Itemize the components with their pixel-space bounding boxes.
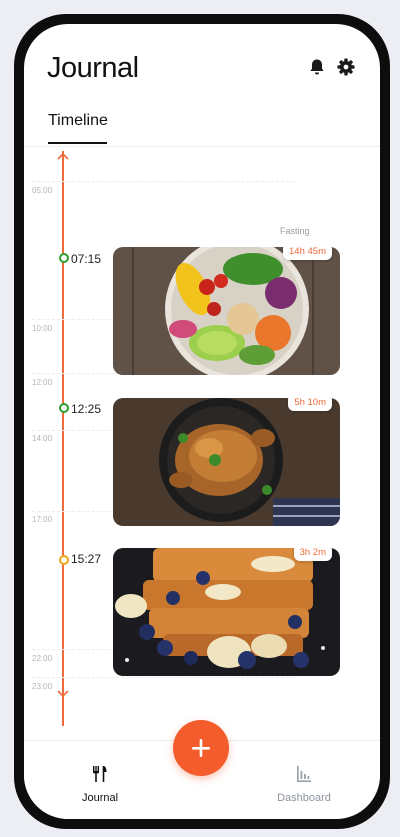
add-meal-button[interactable] xyxy=(173,720,229,776)
tick-label: 14:00 xyxy=(32,434,53,443)
app-screen: Journal Timeline 05:00 10:00 12:00 14:00… xyxy=(24,24,380,819)
chevron-up-icon xyxy=(57,152,69,160)
meal-marker xyxy=(59,403,69,413)
meal-time: 12:25 xyxy=(71,402,102,416)
bar-chart-icon xyxy=(297,766,311,782)
tab-active-indicator xyxy=(48,142,107,144)
tick-label: 12:00 xyxy=(32,378,53,387)
nav-dashboard-label: Dashboard xyxy=(277,792,331,804)
tick-label: 17:00 xyxy=(32,515,53,524)
fork-knife-icon xyxy=(93,766,107,782)
fasting-duration-badge: 14h 45m xyxy=(283,247,332,260)
meal-time: 15:27 xyxy=(71,552,102,566)
roast-chicken-photo xyxy=(113,398,340,526)
meal-card-salad[interactable]: 14h 45m xyxy=(113,247,340,375)
tab-timeline[interactable]: Timeline xyxy=(48,112,108,130)
timeline[interactable]: 05:00 10:00 12:00 14:00 17:00 22:00 23:0… xyxy=(24,146,380,741)
fasting-duration-badge: 3h 2m xyxy=(293,548,332,561)
timeline-axis xyxy=(62,151,64,726)
tick-label: 22:00 xyxy=(32,654,53,663)
nav-dashboard[interactable]: Dashboard xyxy=(269,765,339,804)
bell-icon[interactable] xyxy=(307,57,327,77)
meal-marker xyxy=(59,253,69,263)
tick-label: 05:00 xyxy=(32,186,53,195)
nav-journal-label: Journal xyxy=(81,792,119,804)
header: Journal Timeline xyxy=(24,24,380,147)
french-toast-photo xyxy=(113,548,340,676)
tick-label: 10:00 xyxy=(32,324,53,333)
plus-icon xyxy=(192,739,210,757)
meal-time: 07:15 xyxy=(71,252,102,266)
hour-gridline xyxy=(32,181,294,182)
hour-gridline xyxy=(32,677,294,678)
meal-marker xyxy=(59,555,69,565)
chevron-down-icon xyxy=(57,690,69,698)
nav-journal[interactable]: Journal xyxy=(72,765,128,804)
meal-card-french-toast[interactable]: 3h 2m xyxy=(113,548,340,676)
fasting-label: Fasting xyxy=(280,226,310,236)
device-frame: Journal Timeline 05:00 10:00 12:00 14:00… xyxy=(14,14,390,829)
tick-label: 23:00 xyxy=(32,682,53,691)
meal-card-chicken[interactable]: 5h 10m xyxy=(113,398,340,526)
fasting-duration-badge: 5h 10m xyxy=(288,398,332,411)
gear-icon[interactable] xyxy=(336,57,356,77)
page-title: Journal xyxy=(47,52,139,84)
salad-bowl-photo xyxy=(113,247,340,375)
